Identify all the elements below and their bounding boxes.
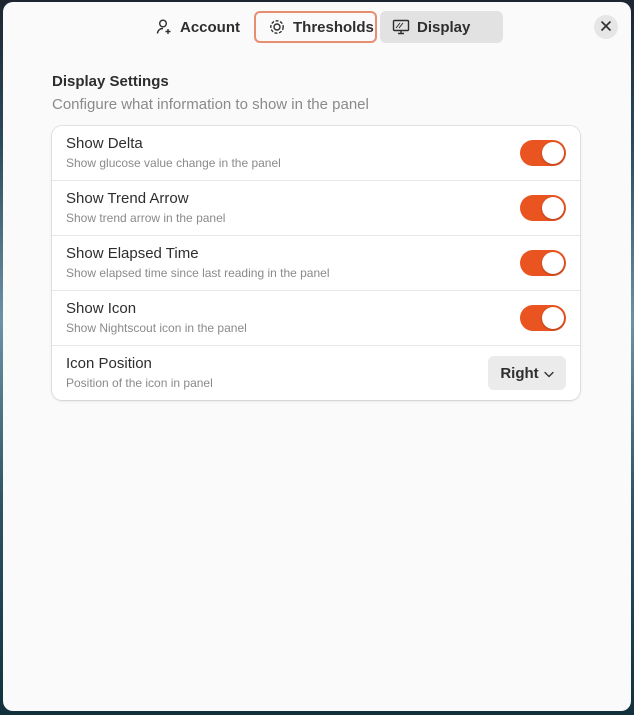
row-subtitle: Show Nightscout icon in the panel bbox=[66, 321, 247, 335]
settings-list: Show Delta Show glucose value change in … bbox=[52, 126, 580, 400]
header-bar: Account Thresholds Display bbox=[3, 2, 631, 54]
show-trend-arrow-switch[interactable] bbox=[520, 195, 566, 221]
icon-position-dropdown[interactable]: Right bbox=[488, 356, 566, 390]
switch-knob bbox=[542, 307, 564, 329]
display-settings-page: Display Settings Configure what informat… bbox=[52, 72, 580, 400]
row-subtitle: Show trend arrow in the panel bbox=[66, 211, 226, 225]
row-subtitle: Show elapsed time since last reading in … bbox=[66, 266, 330, 280]
row-show-elapsed-time: Show Elapsed Time Show elapsed time sinc… bbox=[52, 236, 580, 291]
gear-icon bbox=[268, 18, 286, 36]
monitor-icon bbox=[392, 18, 410, 36]
row-title: Show Elapsed Time bbox=[66, 245, 199, 262]
switch-knob bbox=[542, 252, 564, 274]
switch-knob bbox=[542, 142, 564, 164]
chevron-down-icon bbox=[544, 365, 554, 382]
row-show-trend-arrow: Show Trend Arrow Show trend arrow in the… bbox=[52, 181, 580, 236]
preferences-window: Account Thresholds Display Display Setti… bbox=[3, 2, 631, 711]
show-elapsed-time-switch[interactable] bbox=[520, 250, 566, 276]
row-show-delta: Show Delta Show glucose value change in … bbox=[52, 126, 580, 181]
switch-knob bbox=[542, 197, 564, 219]
tab-label: Thresholds bbox=[293, 18, 374, 36]
tab-display[interactable]: Display bbox=[380, 11, 503, 43]
row-title: Icon Position bbox=[66, 355, 152, 372]
section-description: Configure what information to show in th… bbox=[52, 96, 369, 113]
show-icon-switch[interactable] bbox=[520, 305, 566, 331]
tab-label: Display bbox=[417, 18, 471, 36]
show-delta-switch[interactable] bbox=[520, 140, 566, 166]
row-subtitle: Position of the icon in panel bbox=[66, 376, 213, 390]
tab-label: Account bbox=[180, 18, 240, 36]
section-title: Display Settings bbox=[52, 73, 169, 90]
tab-thresholds[interactable]: Thresholds bbox=[254, 11, 377, 43]
tab-account[interactable]: Account bbox=[143, 11, 240, 43]
person-icon bbox=[155, 18, 173, 36]
dropdown-value: Right bbox=[500, 364, 539, 382]
close-icon bbox=[601, 18, 611, 36]
row-title: Show Trend Arrow bbox=[66, 190, 189, 207]
row-subtitle: Show glucose value change in the panel bbox=[66, 156, 281, 170]
row-title: Show Icon bbox=[66, 300, 137, 317]
row-show-icon: Show Icon Show Nightscout icon in the pa… bbox=[52, 291, 580, 346]
row-title: Show Delta bbox=[66, 135, 143, 152]
row-icon-position: Icon Position Position of the icon in pa… bbox=[52, 346, 580, 400]
close-button[interactable] bbox=[594, 15, 618, 39]
